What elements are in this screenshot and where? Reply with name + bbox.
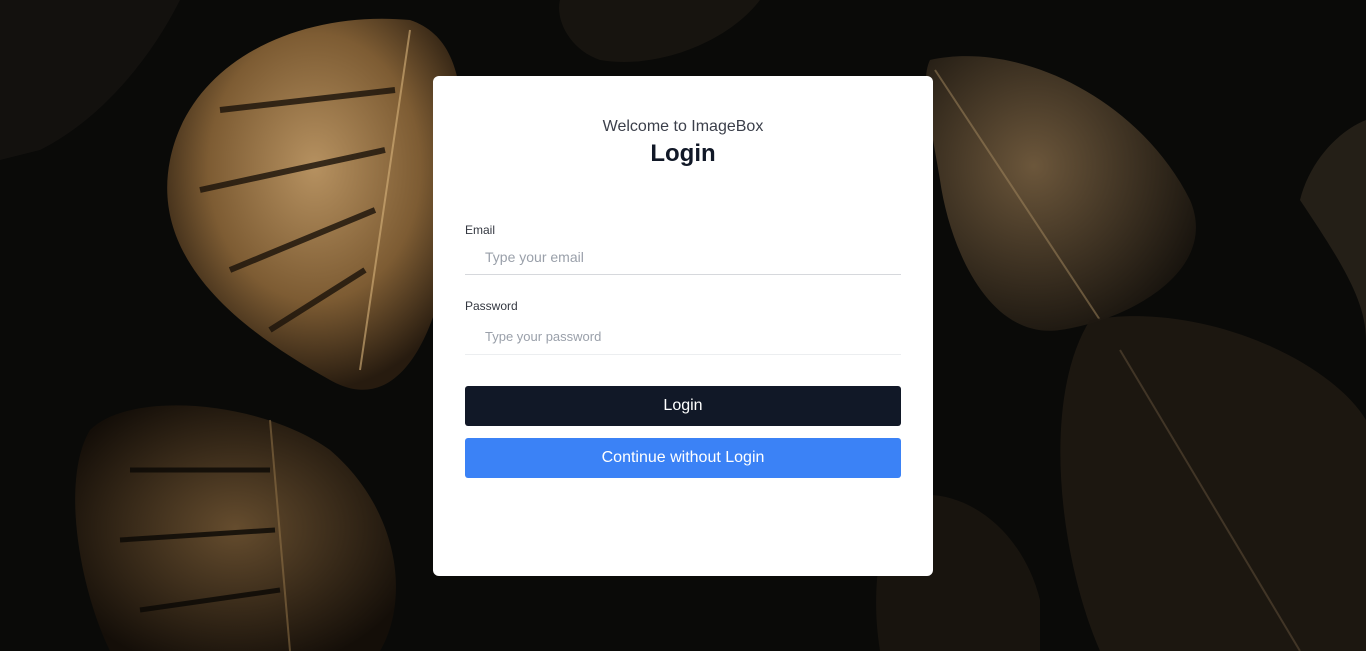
continue-without-login-button[interactable]: Continue without Login [465,438,901,478]
login-card: Welcome to ImageBox Login Email Password… [433,76,933,576]
login-button[interactable]: Login [465,386,901,426]
password-field[interactable] [465,319,901,355]
welcome-text: Welcome to ImageBox [602,118,764,135]
email-field[interactable] [465,239,901,275]
password-label: Password [465,299,518,313]
email-label: Email [465,223,496,237]
page-title: Login [650,140,716,167]
